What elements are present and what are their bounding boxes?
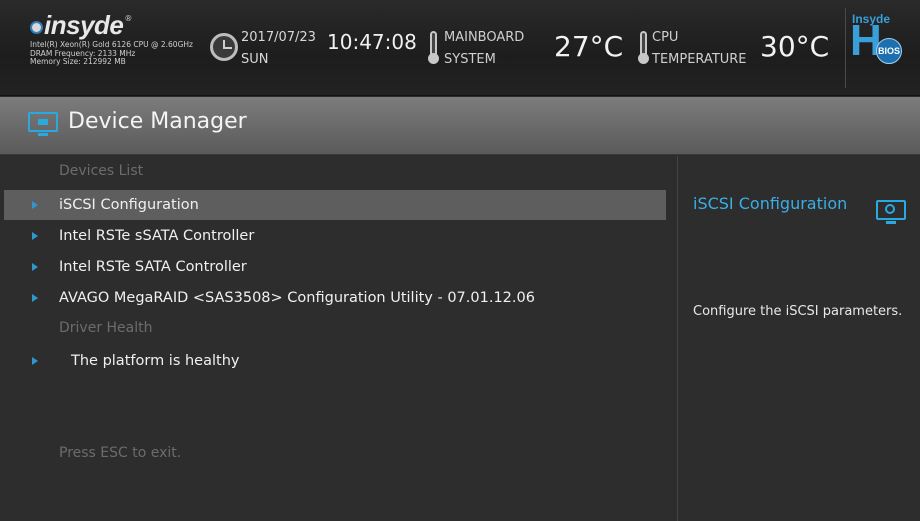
arrow-right-icon (32, 263, 38, 271)
bios-badge: BIOS (876, 38, 902, 64)
insyde-logo: insyde ® (30, 10, 200, 40)
help-title: iSCSI Configuration (693, 194, 848, 213)
mainboard-label-line1: MAINBOARD (444, 30, 525, 45)
cpu-label-line2: TEMPERATURE (652, 52, 747, 67)
system-info: Intel(R) Xeon(R) Gold 6126 CPU @ 2.60GHz… (30, 40, 195, 67)
h2o-brand-text: Insyde (852, 12, 891, 26)
menu-item-platform-health[interactable]: The platform is healthy (4, 346, 666, 376)
clock-icon (210, 33, 238, 61)
menu-item-label: Intel RSTe SATA Controller (59, 259, 247, 275)
page-title: Device Manager (68, 109, 247, 134)
logo-registered-mark: ® (124, 14, 133, 23)
section-devices-list: Devices List (59, 163, 144, 179)
h2o-bios-logo: H Insyde BIOS (848, 12, 908, 72)
date: 2017/07/23 (241, 30, 316, 45)
help-panel: iSCSI Configuration Configure the iSCSI … (678, 156, 920, 521)
esc-hint: Press ESC to exit. (59, 445, 182, 461)
bios-header: insyde ® Intel(R) Xeon(R) Gold 6126 CPU … (0, 0, 920, 96)
arrow-right-icon (32, 357, 38, 365)
arrow-right-icon (32, 294, 38, 302)
monitor-settings-icon (876, 200, 906, 226)
arrow-right-icon (32, 232, 38, 240)
weekday: SUN (241, 52, 269, 67)
arrow-right-icon (32, 201, 38, 209)
brand-block: insyde ® Intel(R) Xeon(R) Gold 6126 CPU … (30, 10, 200, 67)
section-driver-health: Driver Health (59, 320, 153, 336)
memory-size: Memory Size: 212992 MB (30, 57, 126, 66)
menu-item-intel-rste-ssata[interactable]: Intel RSTe sSATA Controller (4, 221, 666, 251)
logo-text: insyde (44, 9, 124, 40)
monitor-icon (28, 112, 58, 138)
device-list-panel: Devices List iSCSI Configuration Intel R… (0, 156, 677, 521)
title-bar: Device Manager (0, 97, 920, 155)
cpu-sensor-label: CPU TEMPERATURE (652, 27, 747, 71)
menu-item-label: iSCSI Configuration (59, 197, 199, 213)
menu-item-intel-rste-sata[interactable]: Intel RSTe SATA Controller (4, 252, 666, 282)
logo-mark-icon (30, 20, 43, 34)
mainboard-sensor-label: MAINBOARD SYSTEM (444, 27, 524, 71)
thermometer-icon (638, 31, 649, 67)
menu-item-avago-megaraid[interactable]: AVAGO MegaRAID <SAS3508> Configuration U… (4, 283, 666, 313)
cpu-label-line1: CPU (652, 30, 679, 45)
menu-item-label: The platform is healthy (71, 353, 240, 369)
thermometer-icon (428, 31, 439, 67)
mainboard-temperature: 27°C (554, 30, 624, 63)
header-divider (845, 8, 846, 88)
mainboard-label-line2: SYSTEM (444, 52, 496, 67)
menu-item-label: AVAGO MegaRAID <SAS3508> Configuration U… (59, 290, 535, 306)
menu-item-label: Intel RSTe sSATA Controller (59, 228, 255, 244)
menu-item-iscsi-configuration[interactable]: iSCSI Configuration (4, 190, 666, 220)
cpu-temperature: 30°C (760, 30, 830, 63)
help-description: Configure the iSCSI parameters. (693, 304, 903, 319)
time: 10:47:08 (327, 30, 417, 54)
